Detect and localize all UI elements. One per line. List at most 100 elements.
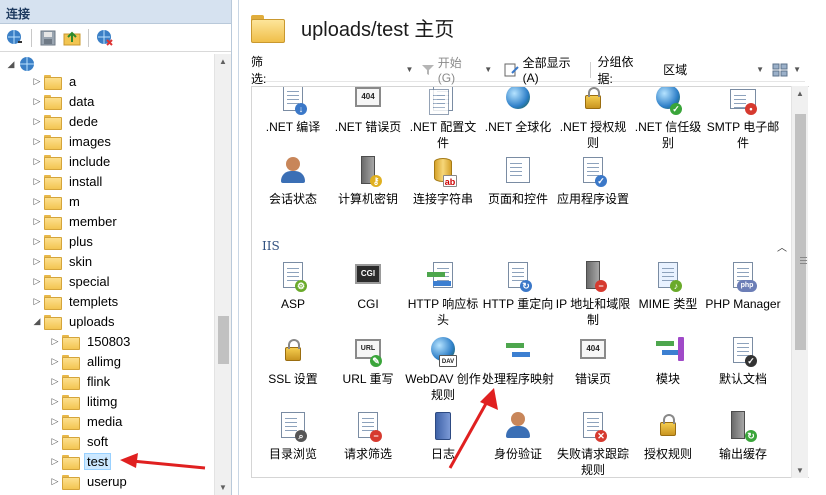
feature-item[interactable]: 授权规则 — [629, 410, 707, 462]
tree-scrollbar[interactable]: ▲ ▼ — [214, 54, 231, 495]
tree-item[interactable]: ▷ images — [32, 131, 114, 151]
feature-item[interactable]: • SMTP 电子邮件 — [704, 87, 782, 151]
tree-item[interactable]: ▷ templets — [32, 291, 121, 311]
tree-item[interactable]: ▷ member — [32, 211, 120, 231]
tree-item[interactable]: ▷ a — [32, 71, 79, 91]
feature-item[interactable]: ⌕ 目录浏览 — [254, 410, 332, 462]
tree-item[interactable]: ▷ data — [32, 91, 97, 111]
feature-item[interactable]: SSL 设置 — [254, 335, 332, 387]
feature-item[interactable]: ✕ 失败请求跟踪规则 — [554, 410, 632, 477]
feature-item[interactable]: 日志 — [404, 410, 482, 462]
disconnect-icon[interactable] — [94, 27, 116, 49]
tree-item[interactable]: ▷ media — [50, 411, 125, 431]
tree-item[interactable]: ▷ flink — [50, 371, 113, 391]
tree-item[interactable]: ▷ 150803 — [50, 331, 133, 351]
features-scroll-thumb[interactable] — [795, 114, 807, 350]
expand-arrow-icon[interactable]: ▷ — [32, 96, 42, 106]
expand-arrow-icon[interactable]: ▷ — [50, 376, 60, 386]
feature-item[interactable]: 身份验证 — [479, 410, 557, 462]
tree-item[interactable]: ▷ special — [32, 271, 112, 291]
feature-item[interactable]: .NET 授权规则 — [554, 87, 632, 151]
scroll-up-arrow-icon[interactable]: ▲ — [219, 57, 227, 66]
feature-item[interactable]: 页面和控件 — [479, 155, 557, 207]
feature-item[interactable]: ↻ 输出缓存 — [704, 410, 782, 462]
feature-item[interactable]: 处理程序映射 — [479, 335, 557, 387]
collapse-arrow-icon[interactable]: ◢ — [32, 316, 42, 326]
expand-arrow-icon[interactable]: ▷ — [50, 436, 60, 446]
tree-item[interactable]: ▷ include — [32, 151, 113, 171]
tree-item[interactable]: ▷ soft — [50, 431, 111, 451]
group-by-dropdown-icon[interactable]: ▼ — [756, 65, 764, 74]
expand-arrow-icon[interactable]: ▷ — [50, 396, 60, 406]
expand-arrow-icon[interactable]: ▷ — [32, 296, 42, 306]
scroll-down-arrow-icon[interactable]: ▼ — [219, 483, 227, 492]
expand-arrow-icon[interactable]: ▷ — [32, 216, 42, 226]
expand-arrow-icon[interactable]: ▷ — [50, 336, 60, 346]
feature-item[interactable]: URL ✎ URL 重写 — [329, 335, 407, 387]
tree-item[interactable]: ▷ m — [32, 191, 83, 211]
tree-item[interactable]: ▷ dede — [32, 111, 101, 131]
feature-item[interactable]: ⚙ ASP — [254, 260, 332, 312]
webdav-icon: DAV — [427, 335, 459, 367]
view-button[interactable]: ▼ — [768, 63, 805, 77]
feature-item[interactable]: 404 错误页 — [554, 335, 632, 387]
collapse-section-icon[interactable]: ︿ — [777, 239, 787, 254]
expand-arrow-icon[interactable]: ▷ — [32, 156, 42, 166]
group-by-select[interactable]: 区域 — [663, 61, 752, 78]
expand-arrow-icon[interactable]: ▷ — [32, 136, 42, 146]
up-folder-icon[interactable] — [61, 27, 83, 49]
feature-item[interactable]: HTTP 响应标头 — [404, 260, 482, 328]
tree-item[interactable]: ▷ test — [50, 451, 111, 471]
feature-item[interactable]: ab 连接字符串 — [404, 155, 482, 207]
expand-arrow-icon[interactable]: ▷ — [32, 276, 42, 286]
filter-input[interactable] — [281, 59, 402, 80]
globe-connect-icon[interactable] — [4, 27, 26, 49]
expand-arrow-icon[interactable]: ▷ — [50, 476, 60, 486]
feature-item[interactable]: ✓ 默认文档 — [704, 335, 782, 387]
tree-item[interactable]: ◢ uploads — [32, 311, 118, 331]
expand-arrow-icon[interactable]: ▷ — [50, 456, 60, 466]
feature-item[interactable]: .NET 全球化 — [479, 87, 557, 135]
save-icon[interactable] — [37, 27, 59, 49]
show-all-button[interactable]: 全部显示(A) — [500, 54, 588, 85]
go-dropdown-icon[interactable]: ▼ — [484, 65, 492, 74]
iis-section-header[interactable]: IIS ︿ — [262, 239, 787, 254]
go-button[interactable]: 开始(G) ▼ — [417, 54, 500, 85]
expand-arrow-icon[interactable]: ▷ — [32, 176, 42, 186]
expand-arrow-icon[interactable]: ▷ — [32, 236, 42, 246]
expand-arrow-icon[interactable]: ▷ — [32, 76, 42, 86]
feature-item[interactable]: DAV WebDAV 创作规则 — [404, 335, 482, 403]
feature-item[interactable]: − IP 地址和域限制 — [554, 260, 632, 328]
feature-item[interactable]: 会话状态 — [254, 155, 332, 207]
feature-item[interactable]: .NET 配置文件 — [404, 87, 482, 151]
expand-arrow-icon[interactable]: ▷ — [50, 356, 60, 366]
feature-item[interactable]: − 请求筛选 — [329, 410, 407, 462]
feature-item[interactable]: ♪ MIME 类型 — [629, 260, 707, 312]
scroll-down-arrow-icon[interactable]: ▼ — [796, 466, 804, 475]
collapse-arrow-icon[interactable]: ◢ — [6, 59, 16, 69]
tree-item[interactable]: ▷ litimg — [50, 391, 120, 411]
filter-dropdown-icon[interactable]: ▼ — [405, 65, 413, 74]
tree-item[interactable]: ▷ install — [32, 171, 105, 191]
expand-arrow-icon[interactable]: ▷ — [32, 256, 42, 266]
tree-item[interactable]: ▷ skin — [32, 251, 95, 271]
scroll-up-arrow-icon[interactable]: ▲ — [796, 89, 804, 98]
tree-item[interactable]: ▷ allimg — [50, 351, 124, 371]
feature-item[interactable]: ✓ .NET 信任级别 — [629, 87, 707, 151]
feature-item[interactable]: ✓ 应用程序设置 — [554, 155, 632, 207]
feature-item[interactable]: php PHP Manager — [704, 260, 782, 312]
tree-item[interactable]: ▷ plus — [32, 231, 96, 251]
feature-item[interactable]: 模块 — [629, 335, 707, 387]
feature-item[interactable]: ↻ HTTP 重定向 — [479, 260, 557, 312]
feature-item[interactable]: ⚷ 计算机密钥 — [329, 155, 407, 207]
tree-item[interactable]: ▷ userup — [50, 471, 130, 491]
feature-item[interactable]: ↓ .NET 编译 — [254, 87, 332, 135]
expand-arrow-icon[interactable]: ▷ — [32, 196, 42, 206]
tree-scroll-thumb[interactable] — [218, 316, 229, 364]
expand-arrow-icon[interactable]: ▷ — [50, 416, 60, 426]
expand-arrow-icon[interactable]: ▷ — [32, 116, 42, 126]
feature-item[interactable]: CGI CGI — [329, 260, 407, 312]
features-scrollbar[interactable]: ▲ ▼ — [791, 86, 808, 478]
feature-item[interactable]: 404 .NET 错误页 — [329, 87, 407, 135]
view-dropdown-icon[interactable]: ▼ — [793, 65, 801, 74]
